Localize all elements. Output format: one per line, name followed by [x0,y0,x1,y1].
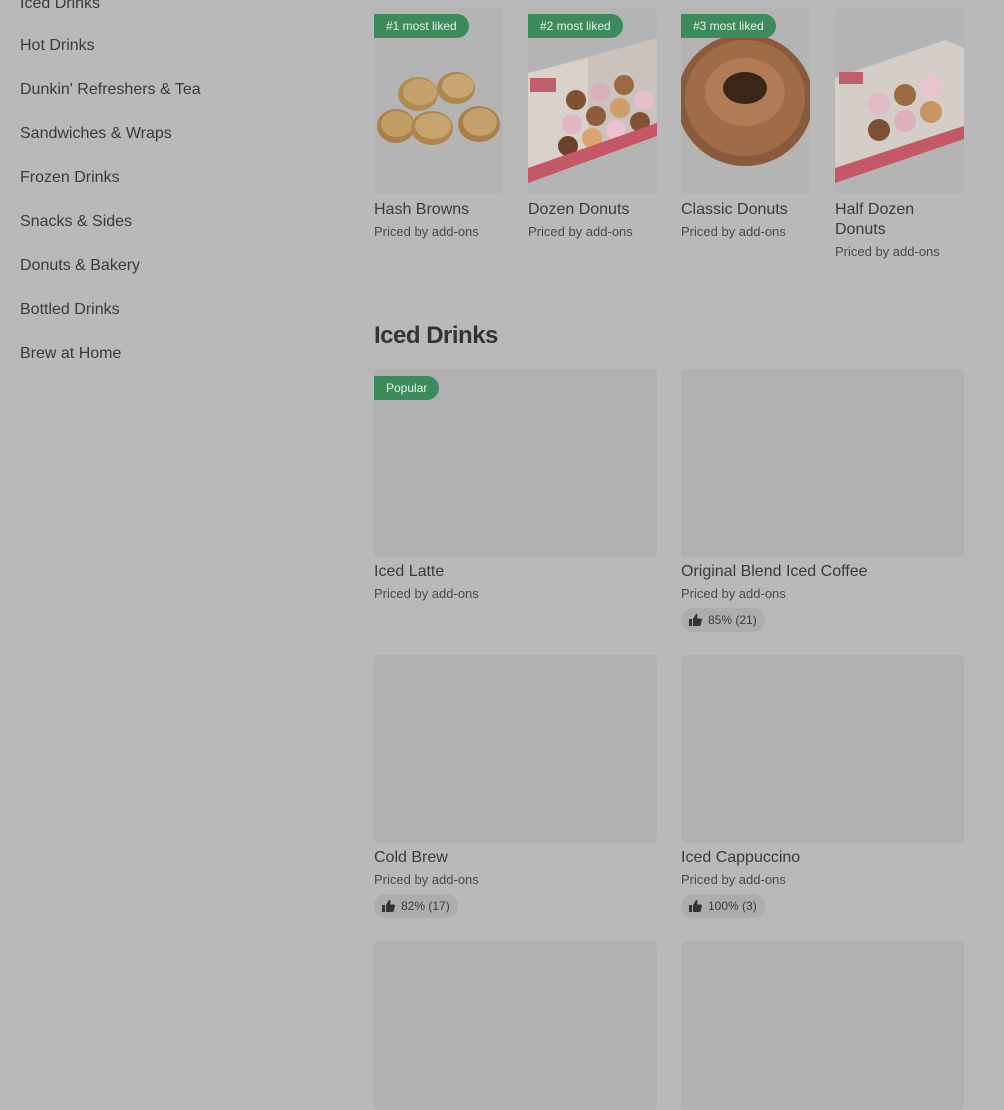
rating-pill: 100% (3) [681,894,765,918]
item-image-placeholder [374,941,657,1110]
rating-pill: 85% (21) [681,608,765,632]
sidebar-item-refreshers-tea[interactable]: Dunkin' Refreshers & Tea [20,80,201,100]
item-card-next[interactable] [374,941,657,1110]
item-title: Cold Brew [374,849,448,866]
half-dozen-box-illustration [835,8,964,194]
item-image-placeholder: Popular [374,369,657,557]
most-liked-badge: #3 most liked [681,14,776,38]
sidebar-item-snacks-sides[interactable]: Snacks & Sides [20,212,132,232]
item-card-original-blend-iced-coffee[interactable]: Original Blend Iced Coffee Priced by add… [681,369,964,632]
item-card-cold-brew[interactable]: Cold Brew Priced by add-ons 82% (17) [374,655,657,918]
item-card-iced-cappuccino[interactable]: Iced Cappuccino Priced by add-ons 100% (… [681,655,964,918]
sidebar-item-hot-drinks[interactable]: Hot Drinks [20,36,95,56]
thumbs-up-icon [382,900,395,912]
sidebar-item-sandwiches-wraps[interactable]: Sandwiches & Wraps [20,124,172,144]
item-title: Iced Cappuccino [681,849,801,866]
dozen-donuts-image: #2 most liked [528,8,657,194]
item-price-note: Priced by add-ons [528,224,633,239]
item-price-note: Priced by add-ons [374,586,479,601]
item-image-placeholder [374,655,657,843]
thumbs-up-icon [689,900,702,912]
sidebar-item-brew-at-home[interactable]: Brew at Home [20,344,121,364]
sidebar-item-bottled-drinks[interactable]: Bottled Drinks [20,300,120,320]
item-title: Half Dozen Donuts [835,201,915,238]
classic-donuts-image: #3 most liked [681,8,810,194]
item-price-note: Priced by add-ons [681,872,786,887]
item-price-note: Priced by add-ons [374,872,479,887]
item-title: Original Blend Iced Coffee [681,563,868,580]
sidebar-item-iced-drinks[interactable]: Iced Drinks [20,0,100,14]
item-title: Hash Browns [374,201,470,218]
item-title: Classic Donuts [681,201,788,218]
popular-badge: Popular [374,376,440,400]
item-image-placeholder [681,655,964,843]
rating-text: 85% (21) [708,613,757,627]
thumbs-up-icon [689,614,702,626]
item-card-next[interactable] [681,941,964,1110]
item-card-iced-latte[interactable]: Popular Iced Latte Priced by add-ons [374,369,657,602]
item-price-note: Priced by add-ons [681,224,786,239]
item-price-note: Priced by add-ons [374,224,479,239]
item-card-hash-browns[interactable]: #1 most liked Hash Browns Priced by add-… [374,8,503,240]
section-title: Iced Drinks [374,322,498,349]
rating-pill: 82% (17) [374,894,458,918]
sidebar-item-frozen-drinks[interactable]: Frozen Drinks [20,168,120,188]
rating-text: 100% (3) [708,899,757,913]
item-image-placeholder [681,369,964,557]
sidebar-item-donuts-bakery[interactable]: Donuts & Bakery [20,256,140,276]
item-card-dozen-donuts[interactable]: #2 most liked Dozen Donuts Priced by add… [528,8,657,240]
most-liked-badge: #1 most liked [374,14,469,38]
item-image-placeholder [681,941,964,1110]
most-liked-carousel: #1 most liked Hash Browns Priced by add-… [374,8,964,268]
item-price-note: Priced by add-ons [835,244,940,259]
item-card-half-dozen-donuts[interactable]: Half Dozen Donuts Priced by add-ons [835,8,964,260]
rating-text: 82% (17) [401,899,450,913]
item-card-classic-donuts[interactable]: #3 most liked Classic Donuts Priced by a… [681,8,810,240]
item-title: Iced Latte [374,563,445,580]
item-title: Dozen Donuts [528,201,630,218]
item-price-note: Priced by add-ons [681,586,786,601]
half-dozen-donuts-image [835,8,964,194]
hash-browns-image: #1 most liked [374,8,503,194]
most-liked-badge: #2 most liked [528,14,623,38]
